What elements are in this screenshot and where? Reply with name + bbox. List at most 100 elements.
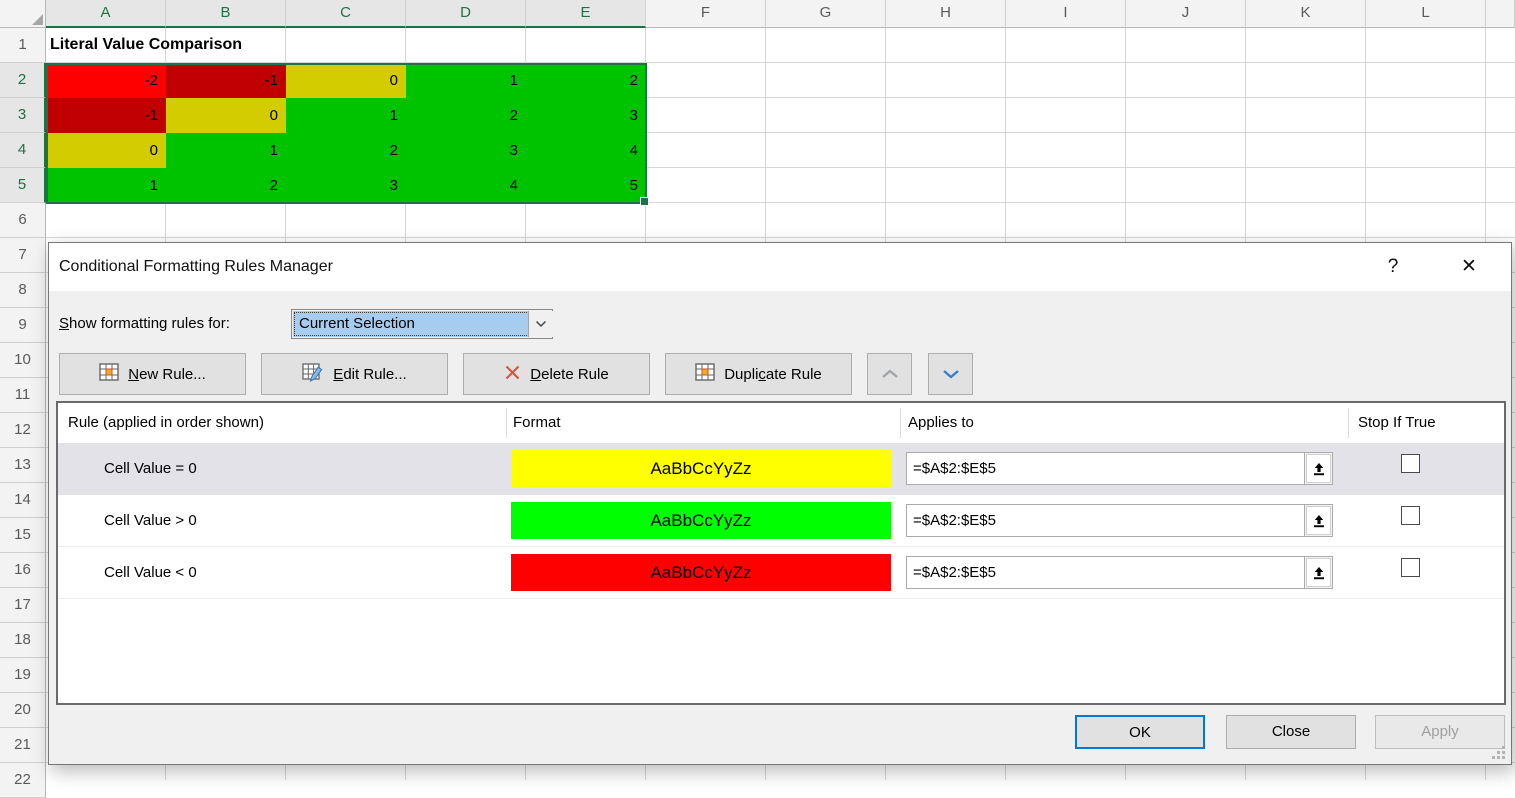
duplicate-table-icon	[695, 363, 715, 385]
cell[interactable]: 3	[526, 98, 646, 133]
row-header-6[interactable]: 6	[0, 203, 46, 238]
stop-if-true-checkbox[interactable]	[1401, 454, 1420, 473]
column-header-B[interactable]: B	[166, 0, 286, 28]
row-header-3[interactable]: 3	[0, 98, 46, 133]
cell[interactable]: 4	[406, 168, 526, 203]
row-header-9[interactable]: 9	[0, 308, 46, 343]
column-header-C[interactable]: C	[286, 0, 406, 28]
cell[interactable]: -2	[46, 63, 166, 98]
row-header-20[interactable]: 20	[0, 693, 46, 728]
row-header-16[interactable]: 16	[0, 553, 46, 588]
chevron-up-icon	[881, 366, 899, 383]
close-button[interactable]: Close	[1226, 715, 1356, 749]
row-header-4[interactable]: 4	[0, 133, 46, 168]
edit-rule-button[interactable]: Edit Rule...	[261, 353, 448, 395]
column-header-E[interactable]: E	[526, 0, 646, 28]
cell[interactable]: 1	[286, 98, 406, 133]
column-header-I[interactable]: I	[1006, 0, 1126, 28]
show-rules-rest: how formatting rules for:	[69, 315, 230, 332]
help-button[interactable]: ?	[1375, 250, 1411, 284]
row-header-12[interactable]: 12	[0, 413, 46, 448]
move-up-button[interactable]	[867, 353, 912, 395]
stop-if-true-checkbox[interactable]	[1401, 506, 1420, 525]
select-all-corner[interactable]	[0, 0, 46, 28]
show-rules-label: Show formatting rules for:	[59, 309, 230, 339]
cell[interactable]: 2	[526, 63, 646, 98]
row-header-1[interactable]: 1	[0, 28, 46, 63]
row-header-7[interactable]: 7	[0, 238, 46, 273]
column-header-J[interactable]: J	[1126, 0, 1246, 28]
cell[interactable]: -1	[46, 98, 166, 133]
cell[interactable]: 0	[166, 98, 286, 133]
column-header-G[interactable]: G	[766, 0, 886, 28]
rule-row[interactable]: Cell Value = 0 AaBbCcYyZz	[58, 443, 1504, 495]
column-header-A[interactable]: A	[46, 0, 166, 28]
cell[interactable]: 1	[166, 133, 286, 168]
row-header-17[interactable]: 17	[0, 588, 46, 623]
column-header-L[interactable]: L	[1366, 0, 1486, 28]
column-divider	[1348, 408, 1349, 438]
row-header-10[interactable]: 10	[0, 343, 46, 378]
collapse-dialog-button[interactable]	[1304, 556, 1333, 589]
applies-to-input[interactable]	[906, 452, 1305, 485]
rule-row[interactable]: Cell Value < 0AaBbCcYyZz	[58, 547, 1504, 599]
cell[interactable]: 2	[166, 168, 286, 203]
cell[interactable]: 3	[286, 168, 406, 203]
delete-rule-label: Delete Rule	[530, 366, 608, 383]
collapse-dialog-button[interactable]	[1304, 504, 1333, 537]
rule-name-label: Cell Value = 0	[104, 443, 197, 495]
move-down-button[interactable]	[928, 353, 973, 395]
stop-if-true-checkbox[interactable]	[1401, 558, 1420, 577]
applies-to-refedit	[906, 452, 1334, 485]
format-preview: AaBbCcYyZz	[511, 450, 891, 487]
applies-to-input[interactable]	[906, 556, 1305, 589]
row-header-8[interactable]: 8	[0, 273, 46, 308]
edit-rule-label: Edit Rule...	[333, 366, 406, 383]
cell[interactable]: 1	[406, 63, 526, 98]
edit-rule-pencil-icon	[302, 363, 324, 386]
collapse-dialog-button[interactable]	[1304, 452, 1333, 485]
row-header-18[interactable]: 18	[0, 623, 46, 658]
column-header-D[interactable]: D	[406, 0, 526, 28]
dialog-title: Conditional Formatting Rules Manager	[59, 243, 333, 291]
row-header-13[interactable]: 13	[0, 448, 46, 483]
cell[interactable]: -1	[166, 63, 286, 98]
row-header-19[interactable]: 19	[0, 658, 46, 693]
cell[interactable]: 2	[406, 98, 526, 133]
column-divider	[900, 408, 901, 438]
row-header-22[interactable]: 22	[0, 763, 46, 798]
row-header-21[interactable]: 21	[0, 728, 46, 763]
row-header-14[interactable]: 14	[0, 483, 46, 518]
row-header-11[interactable]: 11	[0, 378, 46, 413]
applies-to-input[interactable]	[906, 504, 1305, 537]
new-rule-button[interactable]: New Rule...	[59, 353, 246, 395]
cell[interactable]: 4	[526, 133, 646, 168]
cell[interactable]: 0	[46, 133, 166, 168]
column-header-F[interactable]: F	[646, 0, 766, 28]
duplicate-rule-button[interactable]: Duplicate Rule	[665, 353, 852, 395]
delete-rule-button[interactable]: Delete Rule	[463, 353, 650, 395]
row-header-5[interactable]: 5	[0, 168, 46, 203]
chevron-down-icon[interactable]	[528, 311, 553, 337]
row-header-15[interactable]: 15	[0, 518, 46, 553]
column-divider	[506, 408, 507, 438]
close-icon[interactable]: ✕	[1451, 250, 1487, 284]
applies-to-column-header: Applies to	[908, 403, 974, 443]
column-header-H[interactable]: H	[886, 0, 1006, 28]
cell[interactable]: 0	[286, 63, 406, 98]
conditional-formatting-dialog: Conditional Formatting Rules Manager ? ✕…	[48, 242, 1512, 765]
column-header-partial[interactable]	[1486, 0, 1515, 28]
cell[interactable]: 2	[286, 133, 406, 168]
resize-grip[interactable]	[1492, 746, 1506, 760]
row-header-2[interactable]: 2	[0, 63, 46, 98]
apply-button[interactable]: Apply	[1375, 715, 1505, 749]
cell[interactable]: 3	[406, 133, 526, 168]
cell-a1-title[interactable]: Literal Value Comparison	[48, 28, 610, 63]
cell[interactable]: 1	[46, 168, 166, 203]
rule-row[interactable]: Cell Value > 0AaBbCcYyZz	[58, 495, 1504, 547]
scope-dropdown[interactable]: Current Selection	[291, 309, 553, 339]
collapse-arrow-icon	[1306, 506, 1331, 535]
cell[interactable]: 5	[526, 168, 646, 203]
column-header-K[interactable]: K	[1246, 0, 1366, 28]
ok-button[interactable]: OK	[1075, 715, 1205, 749]
